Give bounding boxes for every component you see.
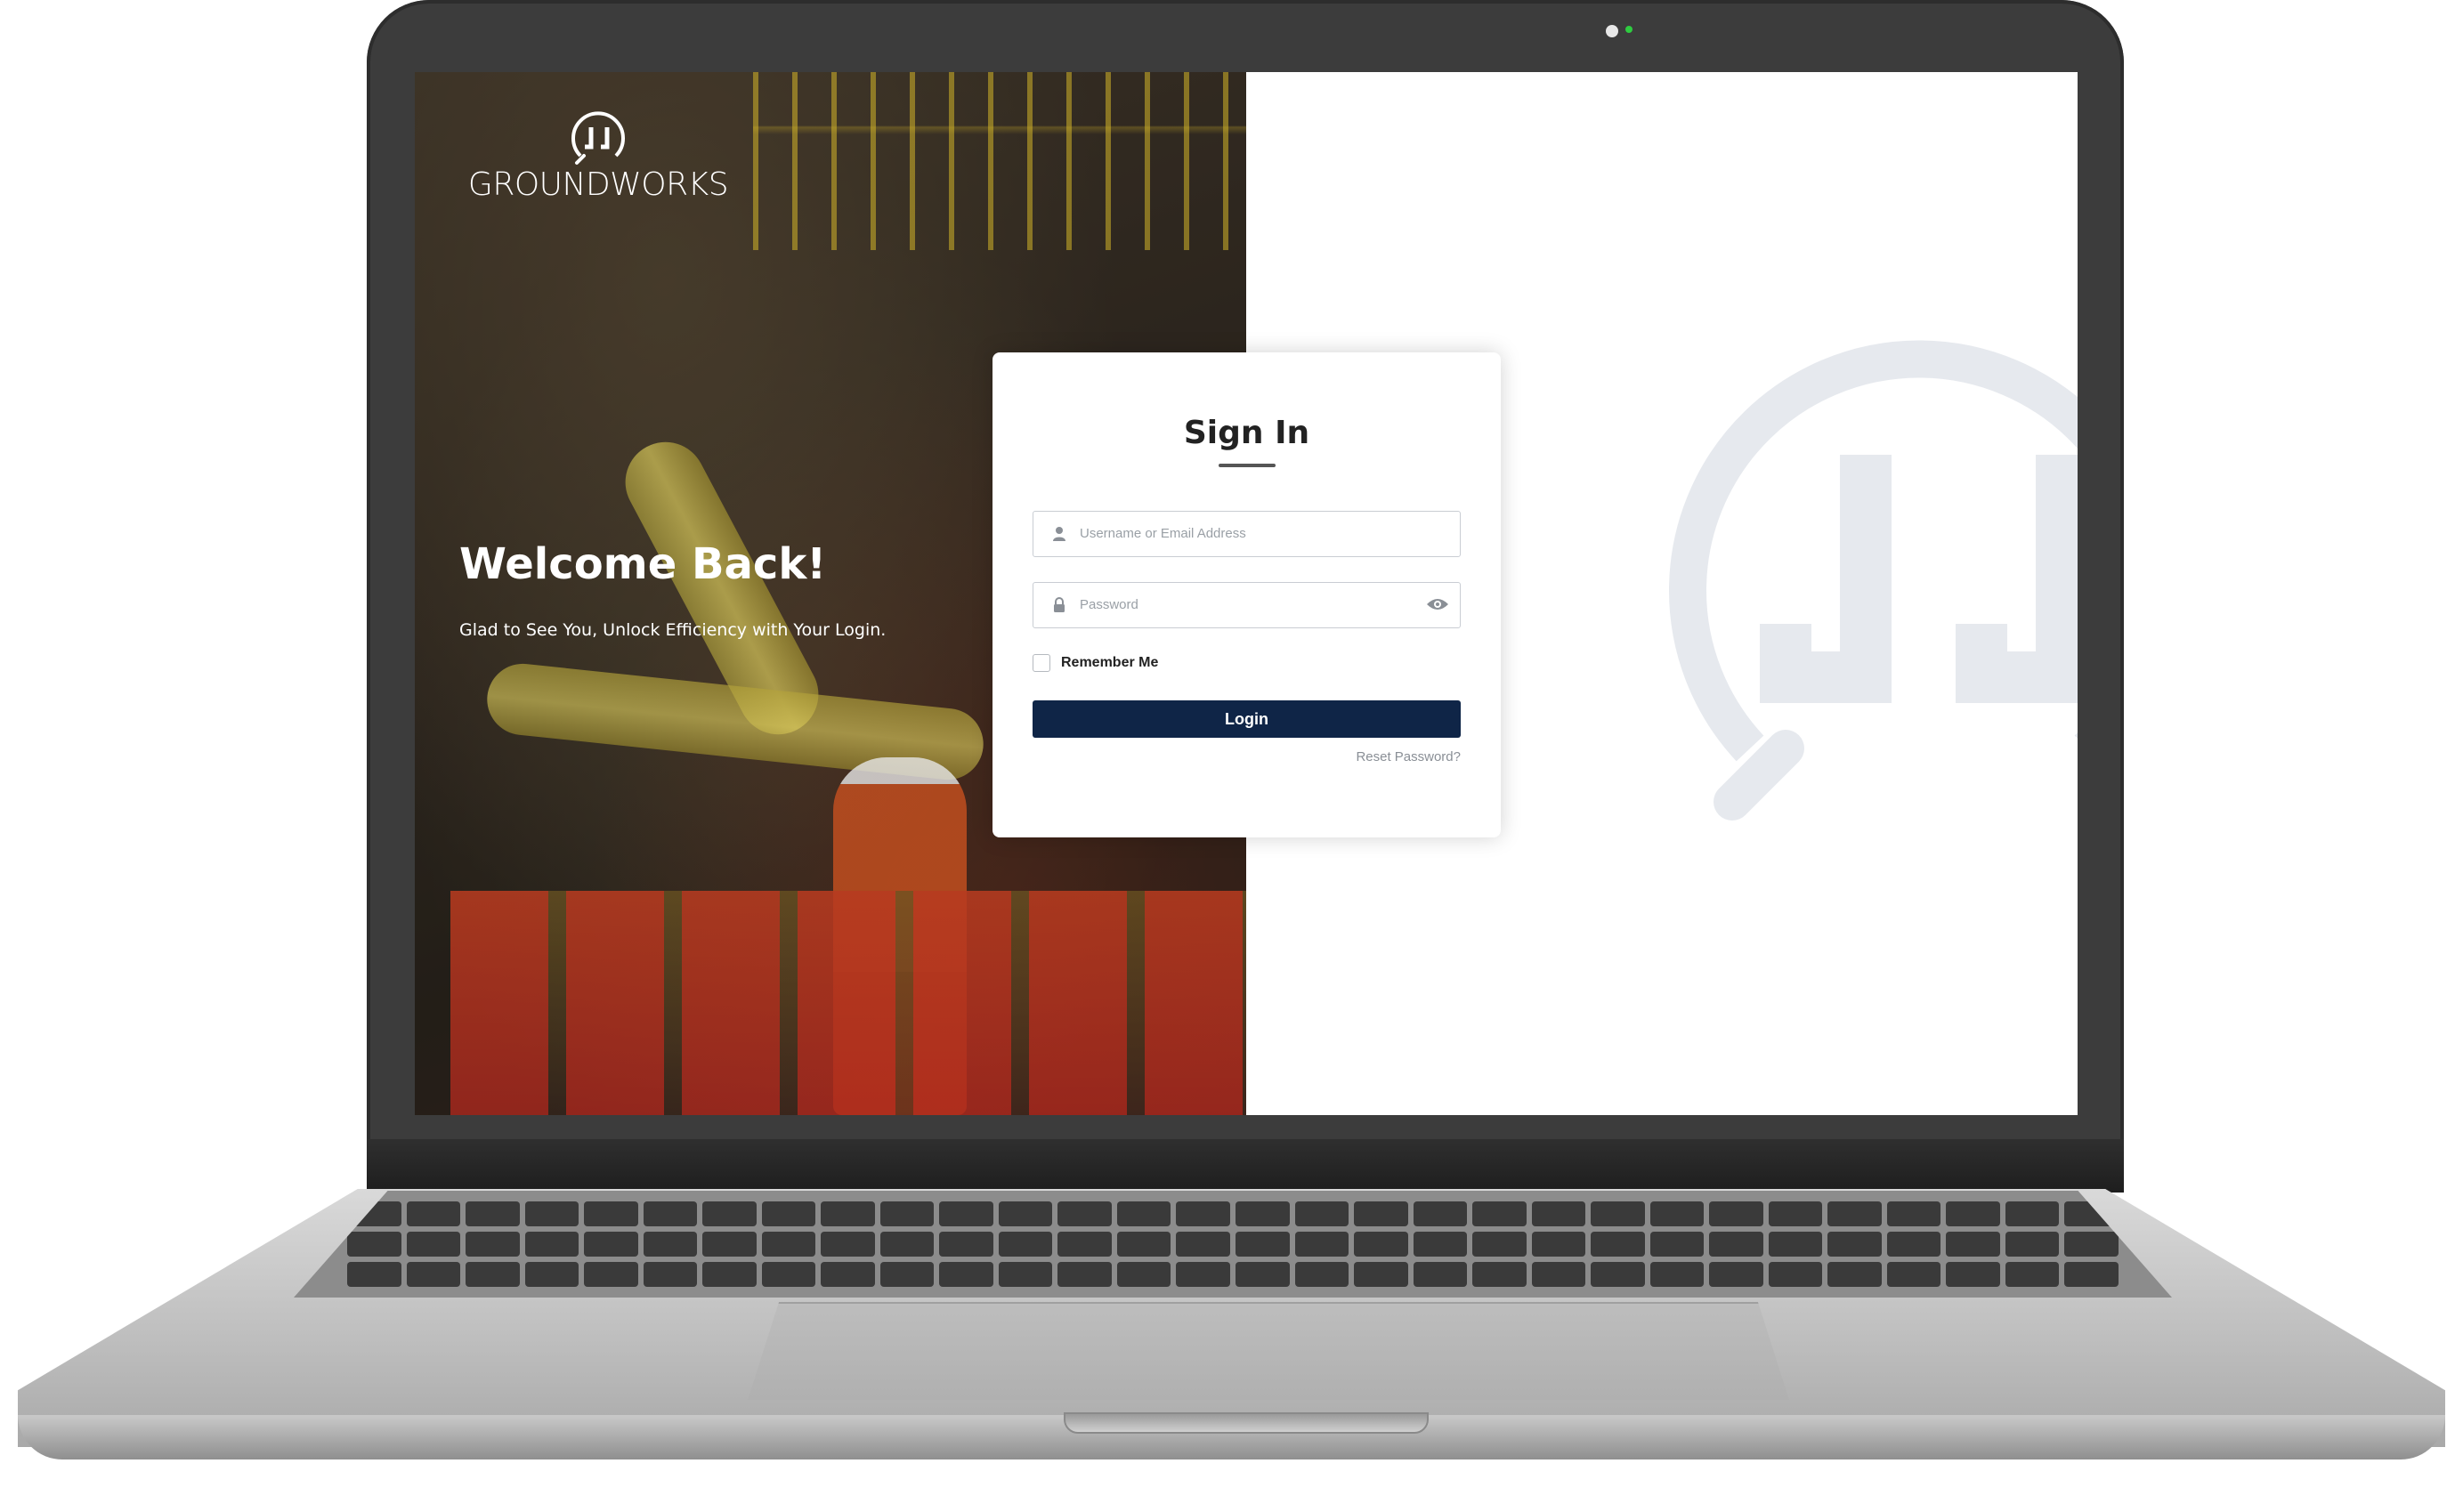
hero-background-barriers <box>753 72 1246 250</box>
laptop-hinge <box>367 1139 2124 1193</box>
password-field[interactable] <box>1033 582 1461 628</box>
remember-me-checkbox[interactable] <box>1033 654 1050 672</box>
login-button[interactable]: Login <box>1033 700 1461 738</box>
user-icon <box>1053 527 1065 541</box>
logo-wordmark: GROUNDWORKS <box>467 166 729 203</box>
logo-watermark-icon <box>1669 340 2078 821</box>
hero-subheading: Glad to See You, Unlock Efficiency with … <box>459 620 887 640</box>
webcam <box>1606 25 1618 37</box>
logo-monogram-icon <box>568 109 628 170</box>
lock-icon <box>1054 597 1065 612</box>
laptop-trackpad <box>748 1302 1789 1400</box>
hero-background-barriers <box>450 891 1246 1115</box>
laptop-keyboard <box>294 1191 2172 1298</box>
password-input[interactable] <box>1080 583 1418 627</box>
eye-icon[interactable] <box>1426 595 1449 613</box>
brand-logo: GROUNDWORKS <box>465 109 732 203</box>
hero-heading: Welcome Back! <box>459 539 827 589</box>
username-input[interactable] <box>1080 512 1418 555</box>
title-underline <box>1219 464 1276 467</box>
webcam-led <box>1625 26 1633 33</box>
laptop-mockup: GROUNDWORKS Welcome Back! Glad to See Yo… <box>0 0 2463 1512</box>
signin-title: Sign In <box>1183 415 1310 451</box>
remember-me-label: Remember Me <box>1061 655 1159 670</box>
laptop-lid-notch <box>1064 1412 1429 1434</box>
signin-card: Sign In Username or Email Address Rememb… <box>992 352 1501 837</box>
remember-me[interactable]: Remember Me <box>1033 654 1158 672</box>
reset-password-link[interactable]: Reset Password? <box>1356 749 1461 764</box>
username-field[interactable] <box>1033 511 1461 557</box>
login-screen: GROUNDWORKS Welcome Back! Glad to See Yo… <box>415 72 2078 1115</box>
